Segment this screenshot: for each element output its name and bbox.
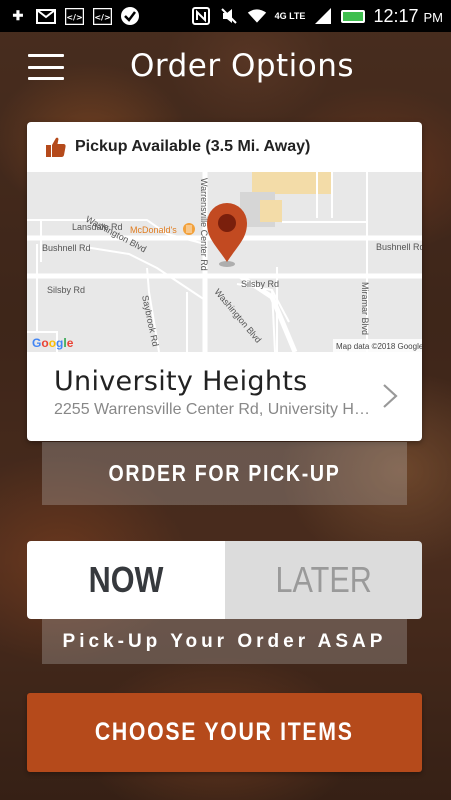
clock: 12:17 PM [373,5,443,26]
order-for-pickup-button[interactable]: ORDER FOR PICK-UP [42,442,407,505]
add-icon: ✚ [12,8,24,23]
chevron-right-icon [383,384,398,408]
network-type: 4G LTE [274,11,306,21]
nfc-icon [191,7,211,25]
code-icon: </> [64,7,84,25]
location-card: Pickup Available (3.5 Mi. Away) Lansdale… [27,122,422,441]
battery-icon [341,9,366,23]
wifi-icon [247,7,267,25]
gmail-icon [36,7,56,25]
map-label-mcdonalds: McDonald's [130,225,177,235]
svg-text:</>: </> [66,13,82,22]
google-logo: Google [32,336,74,350]
map-attribution: Map data ©2018 Google [336,342,422,351]
map-label-bushnell-left: Bushnell Rd [42,243,91,253]
status-bar: ✚ </> </> 4G LTE 12:17 PM [0,0,451,32]
now-label: NOW [88,559,164,600]
map-label-bushnell-right: Bushnell Rd [376,242,422,252]
check-icon [120,7,140,25]
order-time-toggle: NOW LATER [27,541,422,619]
app-header: Order Options [0,32,451,102]
map-label-silsby-left: Silsby Rd [47,285,85,295]
pickup-available-label: Pickup Available (3.5 Mi. Away) [75,138,311,155]
hamburger-menu-icon[interactable] [28,54,64,80]
store-map[interactable]: Lansdale Rd Washington Blvd McDonald's B… [27,172,422,352]
svg-text:</>: </> [94,13,110,22]
now-option[interactable]: NOW [27,541,225,619]
signal-icon [313,7,333,25]
later-label: LATER [275,559,372,600]
code-icon: </> [92,7,112,25]
choose-your-items-button[interactable]: CHOOSE YOUR ITEMS [27,693,422,772]
choose-your-items-label: CHOOSE YOUR ITEMS [95,718,354,746]
asap-label: Pick-Up Your Order ASAP [62,630,387,652]
later-option[interactable]: LATER [224,541,422,619]
pickup-availability: Pickup Available (3.5 Mi. Away) [27,122,422,172]
page-title: Order Options [130,48,355,84]
map-label-miramar: Miramar Blvd [360,282,370,335]
map-label-silsby-right: Silsby Rd [241,279,279,289]
store-selector[interactable]: University Heights 2255 Warrensville Cen… [27,352,422,441]
asap-banner: Pick-Up Your Order ASAP [42,619,407,664]
restaurant-poi-icon [183,223,195,235]
thumbs-up-icon [46,137,66,157]
store-address: 2255 Warrensville Center Rd, University … [54,401,370,418]
store-name: University Heights [54,366,308,397]
order-type-label: ORDER FOR PICK-UP [108,460,341,486]
mute-icon [219,7,239,25]
